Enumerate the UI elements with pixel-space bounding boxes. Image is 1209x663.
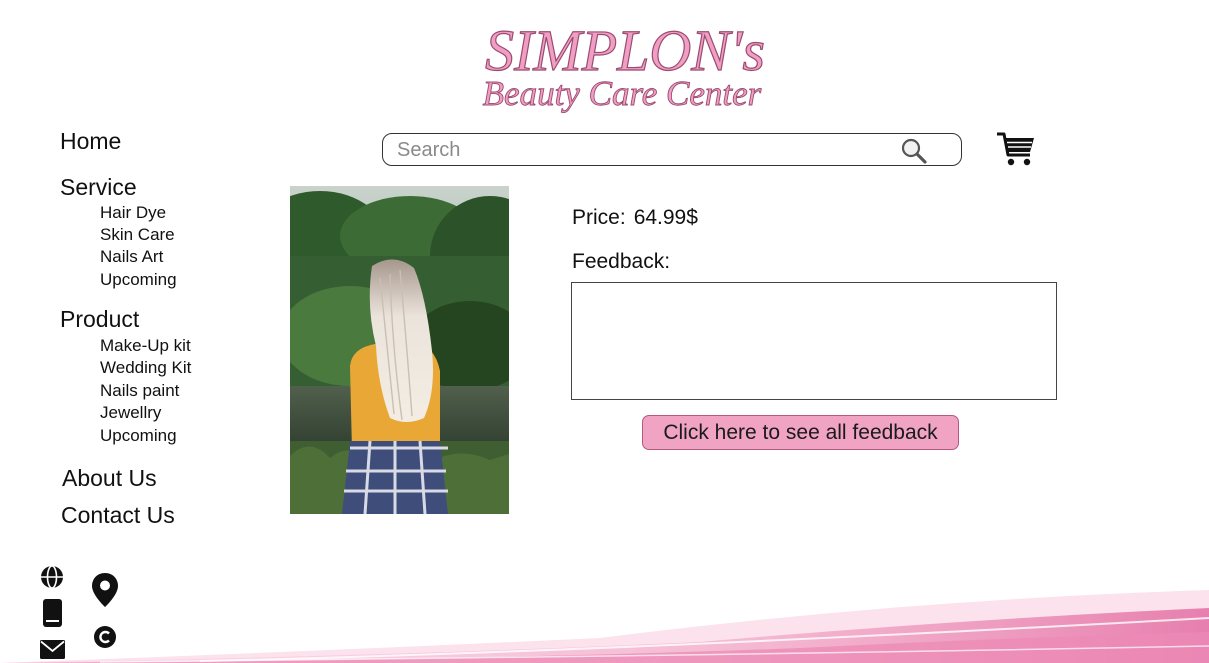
nav-service-skin-care[interactable]: Skin Care [100, 225, 175, 245]
location-pin-icon[interactable] [90, 572, 120, 608]
mail-icon[interactable] [40, 640, 65, 659]
copyright-icon[interactable] [93, 625, 117, 649]
nav-service-upcoming[interactable]: Upcoming [100, 270, 177, 290]
phone-icon[interactable] [43, 599, 62, 627]
brand-logo[interactable]: SIMPLON's Beauty Care Center [470, 8, 780, 120]
price-row: Price: 64.99$ [572, 206, 698, 230]
nav-product[interactable]: Product [60, 306, 139, 333]
logo-subtitle: Beauty Care Center [483, 74, 762, 113]
nav-product-nails-paint[interactable]: Nails paint [100, 381, 179, 401]
nav-service-hair-dye[interactable]: Hair Dye [100, 203, 166, 223]
see-all-feedback-button[interactable]: Click here to see all feedback [642, 415, 959, 450]
nav-contact-us[interactable]: Contact Us [61, 502, 175, 529]
price-value: 64.99$ [633, 206, 698, 229]
footer-wave-decoration [0, 590, 1209, 663]
search-input[interactable] [395, 137, 889, 164]
nav-product-jewellry[interactable]: Jewellry [100, 403, 161, 423]
logo-graphic: SIMPLON's Beauty Care Center [482, 17, 765, 113]
nav-home[interactable]: Home [60, 128, 121, 155]
nav-service-nails-art[interactable]: Nails Art [100, 247, 163, 267]
search-icon[interactable] [900, 137, 928, 165]
nav-product-makeup-kit[interactable]: Make-Up kit [100, 336, 191, 356]
price-label: Price: [572, 206, 626, 229]
feedback-textarea[interactable] [571, 282, 1057, 400]
product-image [290, 186, 509, 514]
nav-service[interactable]: Service [60, 174, 137, 201]
nav-product-wedding-kit[interactable]: Wedding Kit [100, 358, 191, 378]
cart-icon[interactable] [996, 131, 1038, 167]
search-bar [382, 133, 962, 166]
nav-product-upcoming[interactable]: Upcoming [100, 426, 177, 446]
feedback-label: Feedback: [572, 250, 671, 273]
nav-about-us[interactable]: About Us [62, 465, 157, 492]
globe-icon[interactable] [40, 565, 64, 589]
